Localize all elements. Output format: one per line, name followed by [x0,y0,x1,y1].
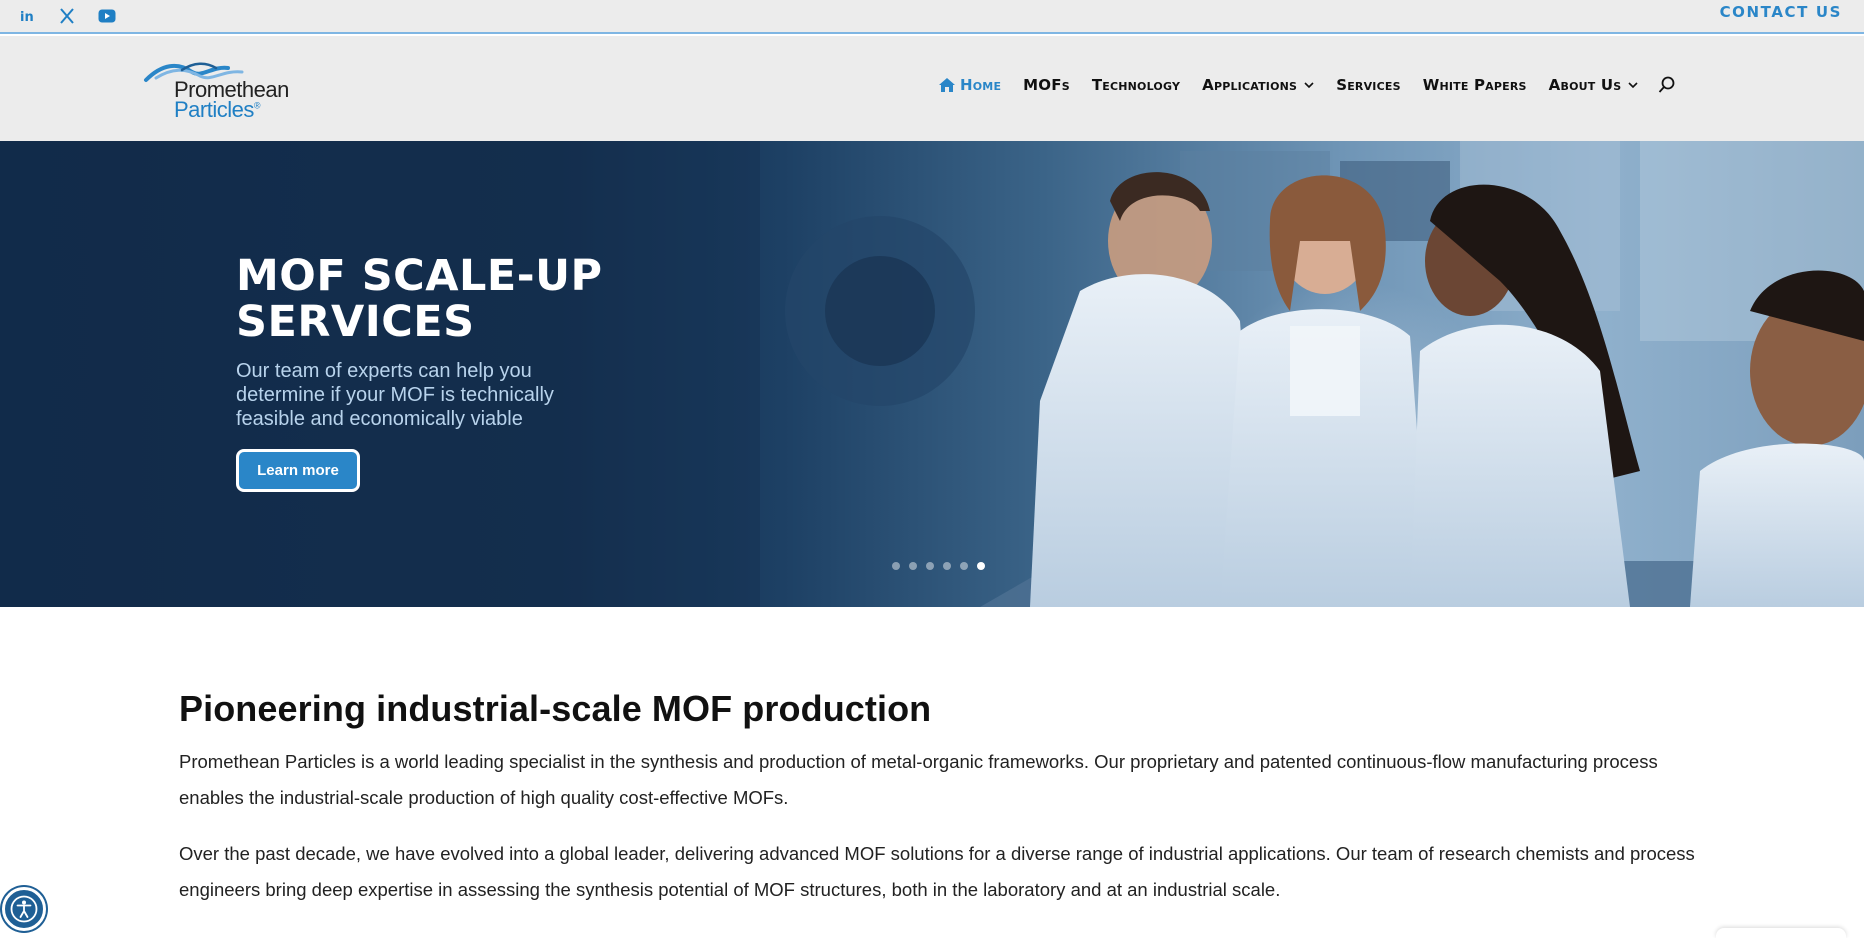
slider-dot[interactable] [909,562,917,570]
slider-dot-active[interactable] [977,562,985,570]
nav-about-us[interactable]: About Us [1549,76,1639,94]
home-icon [938,77,956,93]
nav-home[interactable]: Home [938,76,1001,94]
slider-dot[interactable] [943,562,951,570]
hero-subtitle: Our team of experts can help you determi… [236,360,554,430]
nav-applications[interactable]: Applications [1202,76,1314,94]
nav-applications-label: Applications [1202,76,1298,94]
accessibility-icon [10,895,38,923]
contact-us-link[interactable]: CONTACT US [1720,3,1842,21]
nav-technology-label: Technology [1091,76,1181,94]
nav-mofs[interactable]: MOFs [1023,76,1070,94]
intro-paragraph: Promethean Particles is a world leading … [179,751,1658,808]
slider-dot[interactable] [926,562,934,570]
logo-line2: Particles® [174,97,261,122]
slider-pagination [892,562,985,570]
linkedin-icon[interactable]: in [16,5,38,27]
hero-title: MOF SCALE-UP SERVICES [236,251,603,347]
nav-about-us-label: About Us [1548,76,1622,94]
chevron-down-icon [1304,81,1314,89]
chat-widget-tab[interactable] [1716,928,1846,938]
main-nav: Home MOFs Technology Applications Servic… [938,76,1676,94]
search-icon[interactable] [1658,76,1676,94]
nav-services-label: Services [1336,76,1401,94]
accessibility-button[interactable] [2,887,46,931]
slider-dot[interactable] [960,562,968,570]
youtube-icon[interactable] [96,5,118,27]
site-header: Promethean Particles® Home MOFs Technolo… [0,36,1864,141]
nav-white-papers-label: White Papers [1422,76,1527,94]
x-icon[interactable] [56,5,78,27]
hero-slider: MOF SCALE-UP SERVICES Our team of expert… [0,141,1864,607]
learn-more-button[interactable]: Learn more [236,449,360,492]
nav-home-label: Home [960,76,1002,94]
top-bar: in CONTACT US [0,0,1864,34]
svg-text:in: in [20,10,34,24]
social-links: in [16,5,118,27]
nav-technology[interactable]: Technology [1092,76,1180,94]
chevron-down-icon [1628,81,1638,89]
nav-services[interactable]: Services [1336,76,1401,94]
nav-mofs-label: MOFs [1023,76,1070,94]
section-title: Pioneering industrial-scale MOF producti… [179,688,932,729]
logo[interactable]: Promethean Particles® [142,58,312,122]
slider-dot[interactable] [892,562,900,570]
about-paragraph: Over the past decade, we have evolved in… [179,843,1695,900]
nav-white-papers[interactable]: White Papers [1423,76,1527,94]
